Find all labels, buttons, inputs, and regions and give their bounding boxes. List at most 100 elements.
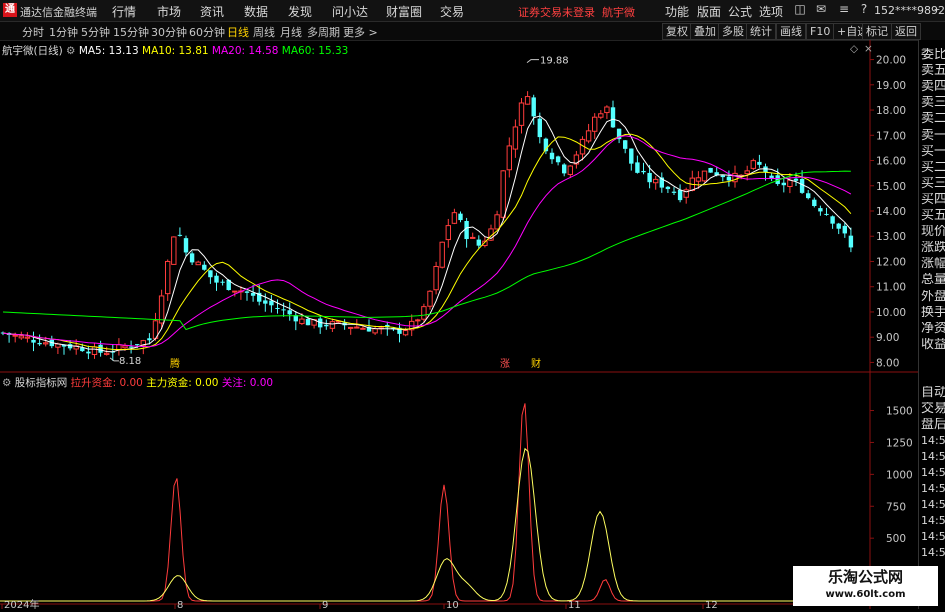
draw-line-button[interactable]: 画线: [776, 23, 806, 40]
quote-field-label: 换手: [921, 305, 945, 320]
trade-tick-label: 14:56: [921, 450, 945, 463]
tab-60min[interactable]: 60分钟: [189, 24, 225, 40]
candle-body-up: [598, 113, 604, 118]
menu-item-functions[interactable]: 功能: [665, 3, 689, 20]
menu-item-discover[interactable]: 发现: [288, 3, 312, 20]
quote-field-label: 买五: [921, 209, 945, 223]
tab-intraday[interactable]: 分时: [22, 24, 44, 40]
trade-tick-label: 14:56: [921, 482, 945, 495]
kline-chart[interactable]: 20.00 19.00 18.00 17.00 16.00 15.00 14.00 13.00…: [0, 40, 918, 611]
menu-item-wealth-circle[interactable]: 财富圈: [386, 3, 422, 20]
message-icon[interactable]: ✉: [814, 2, 828, 16]
trade-tick-label[interactable]: 自动: [921, 386, 945, 400]
tab-monthly[interactable]: 月线: [280, 24, 302, 40]
settings-gear-icon[interactable]: ⚙: [66, 45, 75, 57]
candle-body-up: [91, 346, 98, 356]
f10-button[interactable]: F10: [806, 23, 835, 40]
app-title: 通达信金融终端: [20, 6, 97, 19]
price-axis-label: 20.00: [876, 55, 906, 67]
trade-tick-label[interactable]: 盘后: [921, 418, 945, 432]
tab-more[interactable]: 更多 >: [343, 24, 378, 40]
quote-field-label: 买三: [921, 176, 945, 191]
indicator-title: 股标指标网: [14, 377, 68, 389]
candle-body-up: [122, 345, 128, 349]
time-axis-label: 10: [446, 600, 459, 609]
indicator-axis-label: 750: [886, 501, 906, 513]
candle-body-up: [592, 116, 598, 132]
candle-body-up: [750, 160, 756, 169]
back-button[interactable]: 返回: [891, 23, 921, 40]
minimize-icon[interactable]: –: [930, 2, 944, 16]
candle-body-up: [518, 102, 525, 126]
menu-item-market[interactable]: 市场: [157, 3, 181, 20]
trade-tick-label[interactable]: 交易: [921, 402, 945, 416]
menu-icon[interactable]: ≡: [837, 2, 851, 16]
menu-item-data[interactable]: 数据: [244, 3, 268, 20]
chart-area[interactable]: 20.00 19.00 18.00 17.00 16.00 15.00 14.00 13.00…: [0, 40, 918, 611]
high-marker: [526, 59, 539, 63]
quote-field-label: 卖二: [921, 112, 945, 127]
candle-body-up: [195, 261, 201, 266]
indicator-item-3: 关注: 0.00: [221, 377, 274, 389]
expand-diamond-icon[interactable]: ◇: [850, 43, 858, 55]
overlay-button[interactable]: 叠加: [690, 23, 720, 40]
event-marker: 涨: [500, 358, 510, 370]
candle-body-down: [671, 191, 677, 193]
price-axis-label: 12.00: [876, 256, 906, 268]
skin-icon[interactable]: ◫: [793, 2, 807, 16]
trade-tick-label: 14:56: [921, 530, 945, 543]
menu-item-ask[interactable]: 问小达: [332, 3, 368, 20]
candle-body-down: [202, 264, 207, 270]
indicator-axis-label: 1000: [886, 469, 913, 481]
adjust-button[interactable]: 复权: [662, 23, 692, 40]
tab-daily[interactable]: 日线: [227, 24, 249, 40]
candle-body-up: [158, 295, 165, 324]
ma5-line: [2, 115, 852, 353]
candle-body-down: [824, 213, 829, 215]
stats-button[interactable]: 统计: [746, 23, 776, 40]
tab-1min[interactable]: 1分钟: [49, 24, 78, 40]
help-icon[interactable]: ?: [857, 2, 871, 16]
menu-item-layout[interactable]: 版面: [697, 3, 721, 20]
trade-login-warning[interactable]: 证券交易未登录 航宇微: [518, 4, 635, 20]
candle-body-up: [24, 336, 31, 339]
multi-stock-button[interactable]: 多股: [718, 23, 748, 40]
quote-side-panel: 委比 卖五 卖四 卖三 卖二 卖一 买一 买二 买三 买四 买五 现价 涨跌 涨幅 总量 外盘 换手 净资 收益 自…: [918, 40, 945, 609]
menu-item-options[interactable]: 选项: [759, 3, 783, 20]
tab-5min[interactable]: 5分钟: [81, 24, 110, 40]
menu-item-quotes[interactable]: 行情: [112, 3, 136, 20]
low-marker: [109, 357, 119, 362]
ma60-value: MA60: 15.33: [281, 45, 349, 57]
menu-item-formula[interactable]: 公式: [728, 3, 752, 20]
candle-body-down: [623, 140, 628, 149]
watermark-title: 乐淘公式网: [827, 568, 903, 586]
tab-weekly[interactable]: 周线: [253, 24, 275, 40]
candle-body-down: [806, 193, 811, 199]
candle-body-up: [402, 330, 409, 336]
candle-body-up: [165, 260, 171, 295]
candle-body-up: [512, 126, 519, 150]
quote-field-label: 总量: [921, 273, 945, 288]
tab-multi-period[interactable]: 多周期: [307, 24, 340, 40]
candle-body-down: [635, 162, 640, 173]
indicator-settings-icon[interactable]: ⚙: [2, 377, 11, 389]
menu-item-news[interactable]: 资讯: [200, 3, 224, 20]
tab-15min[interactable]: 15分钟: [113, 24, 149, 40]
candle-body-down: [641, 170, 646, 173]
mark-button[interactable]: 标记: [862, 23, 892, 40]
candle-body-up: [524, 96, 531, 105]
price-legend: 航宇微(日线) ⚙ MA5: 13.13 MA10: 13.81 MA20: 1…: [2, 43, 348, 58]
candle-body-down: [250, 292, 256, 296]
quote-field-label: 收益: [921, 337, 945, 352]
tab-30min[interactable]: 30分钟: [151, 24, 187, 40]
quote-field-label: 涨幅: [921, 257, 945, 272]
candle-body-down: [458, 213, 463, 221]
menu-item-trade[interactable]: 交易: [440, 3, 464, 20]
candle-body-up: [421, 306, 427, 320]
quote-field-label: 买二: [921, 160, 945, 175]
quote-field-label: 卖三: [921, 96, 945, 111]
candle-body-down: [281, 309, 286, 311]
close-panel-icon[interactable]: ×: [864, 43, 873, 55]
event-marker: 腾: [170, 357, 180, 370]
candle-body-up: [506, 145, 513, 171]
